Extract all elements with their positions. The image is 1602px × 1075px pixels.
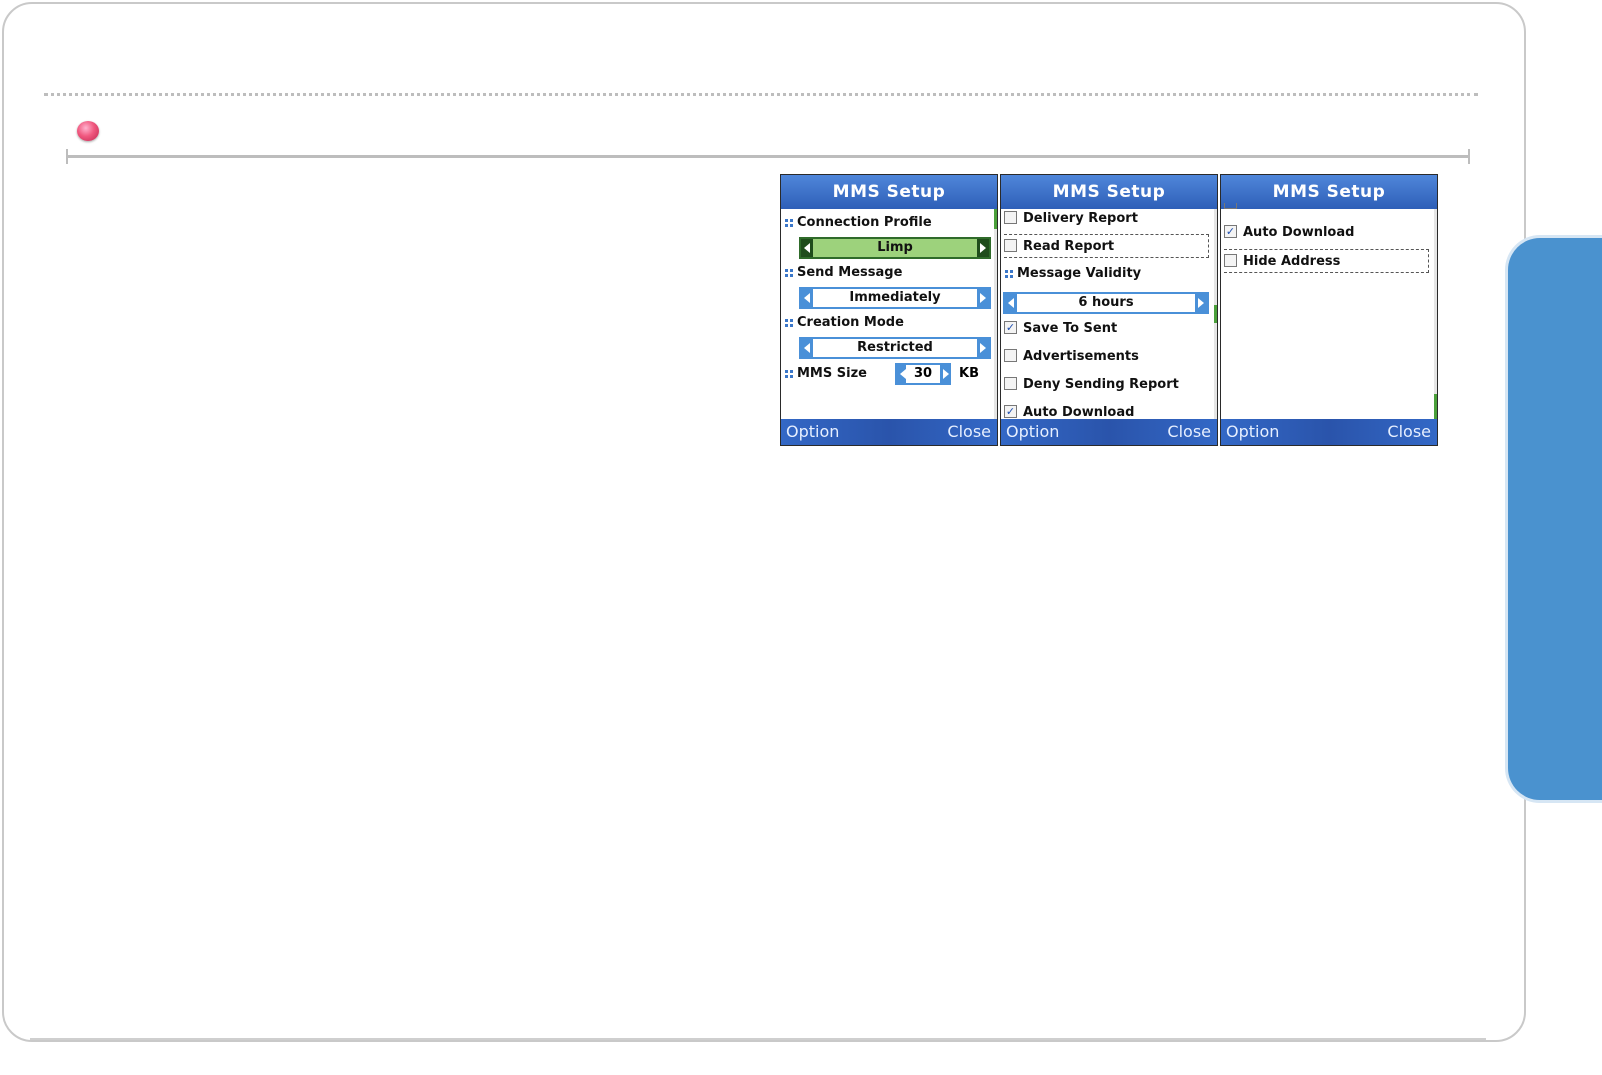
settings-list: Connection Profile Limp Send Message Imm… — [781, 209, 997, 419]
close-softkey[interactable]: Close — [1387, 419, 1431, 445]
deny-sending-report-row[interactable]: Deny Sending Report — [1004, 373, 1209, 397]
softkey-bar: Option Close — [1221, 419, 1437, 445]
advertisements-label: Advertisements — [1023, 349, 1139, 364]
checkbox[interactable] — [1004, 377, 1017, 390]
left-arrow-icon[interactable] — [897, 365, 906, 383]
grid-icon — [785, 218, 793, 227]
mms-size-unit: KB — [959, 366, 979, 381]
delivery-report-label: Delivery Report — [1023, 211, 1138, 226]
phone-screen-1: MMS Setup Connection Profile Limp Send M… — [780, 174, 998, 446]
left-arrow-icon[interactable] — [1005, 294, 1017, 312]
delivery-report-row[interactable]: Delivery Report — [1004, 207, 1209, 231]
option-softkey[interactable]: Option — [1006, 419, 1059, 445]
right-arrow-icon[interactable] — [977, 289, 989, 307]
hide-address-label: Hide Address — [1243, 254, 1341, 269]
creation-mode-value: Restricted — [857, 340, 933, 355]
checkbox[interactable] — [1224, 254, 1237, 267]
scrollbar[interactable] — [1434, 209, 1437, 419]
auto-download-label: Auto Download — [1243, 225, 1355, 240]
send-message-text: Send Message — [797, 265, 903, 280]
connection-profile-text: Connection Profile — [797, 215, 932, 230]
hide-address-row[interactable]: Hide Address — [1224, 249, 1429, 273]
creation-mode-label: Creation Mode — [785, 313, 904, 333]
scrollbar-thumb[interactable] — [994, 209, 997, 229]
softkey-bar: Option Close — [1001, 419, 1217, 445]
save-to-sent-row[interactable]: ✓ Save To Sent — [1004, 317, 1209, 341]
right-arrow-icon[interactable] — [977, 239, 989, 257]
message-validity-text: Message Validity — [1017, 266, 1142, 281]
phone-screen-2: MMS Setup Delivery Report Read Report Me… — [1000, 174, 1218, 446]
softkey-bar: Option Close — [781, 419, 997, 445]
connection-profile-label: Connection Profile — [785, 213, 932, 233]
scrollbar-thumb[interactable] — [1214, 305, 1217, 323]
screen-title: MMS Setup — [1221, 175, 1437, 209]
save-to-sent-label: Save To Sent — [1023, 321, 1118, 336]
connection-profile-value: Limp — [877, 240, 913, 255]
side-tab[interactable] — [1508, 238, 1602, 800]
mms-size-label: MMS Size — [785, 364, 867, 384]
message-validity-selector[interactable]: 6 hours — [1003, 292, 1209, 314]
mms-size-text: MMS Size — [797, 366, 867, 381]
mms-size-value: 30 — [913, 366, 933, 381]
send-message-label: Send Message — [785, 263, 902, 283]
auto-download-label: Auto Download — [1023, 405, 1135, 420]
right-arrow-icon[interactable] — [1195, 294, 1207, 312]
bullet-icon — [77, 121, 99, 141]
connection-profile-selector[interactable]: Limp — [799, 237, 991, 259]
settings-list: ✓ Auto Download Hide Address — [1221, 203, 1437, 419]
deny-sending-report-label: Deny Sending Report — [1023, 377, 1179, 392]
partial-checkbox — [1224, 203, 1237, 209]
send-message-value: Immediately — [849, 290, 941, 305]
mms-size-stepper[interactable]: 30 — [895, 363, 951, 385]
checkbox-checked[interactable]: ✓ — [1004, 405, 1017, 418]
grid-icon — [785, 369, 793, 378]
scrollbar[interactable] — [1214, 209, 1217, 419]
left-arrow-icon[interactable] — [801, 289, 813, 307]
left-arrow-icon[interactable] — [801, 339, 813, 357]
option-softkey[interactable]: Option — [1226, 419, 1279, 445]
read-report-row[interactable]: Read Report — [1004, 234, 1209, 258]
screen-title: MMS Setup — [1001, 175, 1217, 209]
message-validity-value: 6 hours — [1078, 295, 1134, 310]
grid-icon — [785, 268, 793, 277]
scrollbar-thumb[interactable] — [1434, 394, 1437, 419]
close-softkey[interactable]: Close — [1167, 419, 1211, 445]
grid-icon — [785, 318, 793, 327]
right-arrow-icon[interactable] — [940, 365, 949, 383]
phone-screen-3: MMS Setup ✓ Auto Download Hide Address Op… — [1220, 174, 1438, 446]
screen-title: MMS Setup — [781, 175, 997, 209]
checkbox[interactable] — [1004, 211, 1017, 224]
advertisements-row[interactable]: Advertisements — [1004, 345, 1209, 369]
page-frame — [2, 2, 1526, 1042]
left-arrow-icon[interactable] — [801, 239, 813, 257]
right-arrow-icon[interactable] — [977, 339, 989, 357]
checkbox[interactable] — [1004, 239, 1017, 252]
settings-list: Delivery Report Read Report Message Vali… — [1001, 207, 1217, 420]
checkbox[interactable] — [1004, 349, 1017, 362]
creation-mode-selector[interactable]: Restricted — [799, 337, 991, 359]
grid-icon — [1005, 269, 1013, 278]
send-message-selector[interactable]: Immediately — [799, 287, 991, 309]
checkbox-checked[interactable]: ✓ — [1004, 321, 1017, 334]
frame-bottom-line — [30, 1038, 1486, 1040]
auto-download-row[interactable]: ✓ Auto Download — [1224, 221, 1429, 245]
scrollbar[interactable] — [994, 209, 997, 419]
creation-mode-text: Creation Mode — [797, 315, 904, 330]
section-divider — [66, 149, 1470, 164]
read-report-label: Read Report — [1023, 239, 1115, 254]
checkbox-checked[interactable]: ✓ — [1224, 225, 1237, 238]
dotted-divider — [44, 93, 1478, 96]
message-validity-label: Message Validity — [1005, 264, 1141, 284]
close-softkey[interactable]: Close — [947, 419, 991, 445]
option-softkey[interactable]: Option — [786, 419, 839, 445]
